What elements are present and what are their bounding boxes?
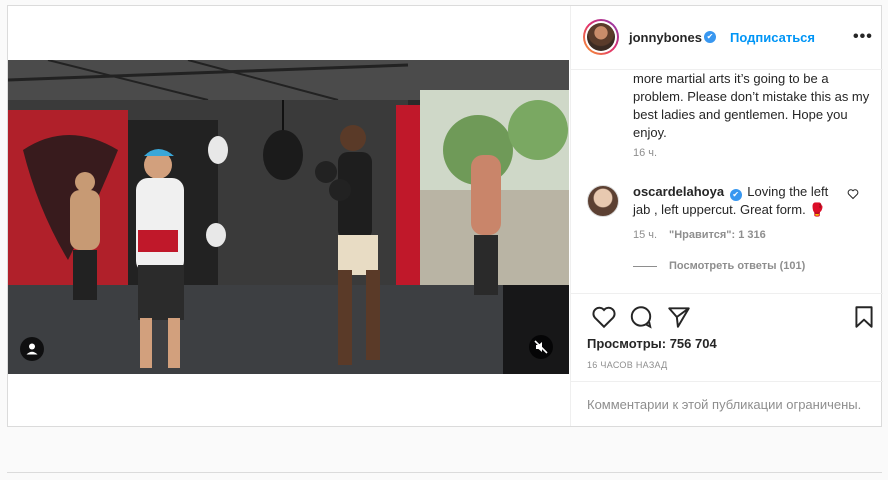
comment-username[interactable]: oscardelahoya	[633, 184, 724, 199]
view-replies-button[interactable]: Посмотреть ответы (101)	[669, 260, 805, 272]
views-count[interactable]: Просмотры: 756 704	[587, 336, 717, 351]
restricted-divider	[571, 381, 883, 382]
follow-button[interactable]: Подписаться	[730, 30, 815, 45]
post-date[interactable]: 16 ЧАСОВ НАЗАД	[587, 360, 668, 370]
comment-like-icon[interactable]	[847, 188, 859, 203]
post-sidebar: jonnybones ✔ Подписаться ••• more martia…	[570, 6, 883, 426]
comment: oscardelahoya ✔ Loving the left jab , le…	[633, 183, 843, 219]
share-icon[interactable]	[666, 304, 692, 330]
bookmark-icon[interactable]	[851, 304, 877, 330]
post-header: jonnybones ✔ Подписаться •••	[571, 6, 883, 70]
mute-icon[interactable]	[529, 335, 553, 359]
post-card: jonnybones ✔ Подписаться ••• more martia…	[7, 5, 883, 427]
boxing-glove-emoji: 🥊	[809, 202, 826, 217]
comment-icon[interactable]	[628, 304, 654, 330]
post-caption: more martial arts it’s going to be a pro…	[633, 71, 870, 140]
more-options-icon[interactable]: •••	[853, 28, 873, 46]
comment-time: 15 ч.	[633, 229, 658, 241]
heart-icon[interactable]	[591, 304, 617, 330]
comment-likes[interactable]: "Нравится": 1 316	[669, 229, 766, 241]
gym-scene-image	[8, 60, 569, 374]
page-divider	[7, 472, 882, 473]
avatar[interactable]	[583, 19, 619, 55]
verified-badge-icon: ✔	[704, 31, 716, 43]
caption-time[interactable]: 16 ч.	[633, 147, 657, 159]
comments-restricted-notice: Комментарии к этой публикации ограничены…	[587, 397, 862, 412]
post-username[interactable]: jonnybones	[629, 30, 702, 45]
comment-verified-icon: ✔	[729, 189, 742, 201]
user-tag-icon[interactable]	[20, 337, 44, 361]
comment-avatar[interactable]	[587, 185, 619, 217]
replies-divider	[633, 266, 657, 267]
post-video[interactable]	[8, 60, 569, 374]
actions-divider	[571, 293, 883, 294]
